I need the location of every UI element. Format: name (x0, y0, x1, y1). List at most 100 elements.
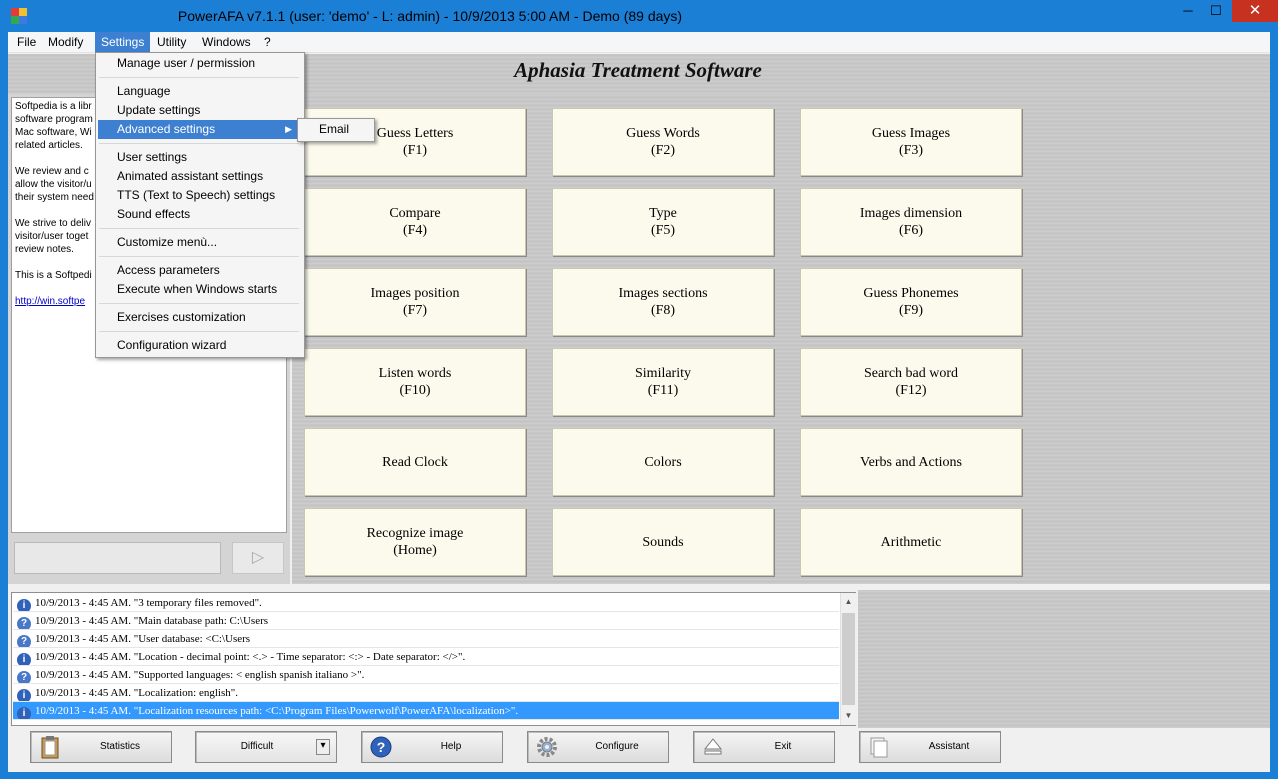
exercise-button[interactable]: Guess Images (F3) (800, 108, 1022, 176)
exercise-button[interactable]: Guess Words (F2) (552, 108, 774, 176)
menu-access-parameters[interactable]: Access parameters (98, 261, 300, 280)
exit-label: Exit (774, 741, 792, 752)
exercise-button[interactable]: Images position (F7) (304, 268, 526, 336)
log-text: 10/9/2013 - 4:45 AM. "Supported language… (35, 669, 365, 681)
question-icon: ? (17, 671, 31, 683)
exercise-name: Verbs and Actions (860, 454, 962, 470)
title-bar[interactable]: PowerAFA v7.1.1 (user: 'demo' - L: admin… (0, 0, 1278, 32)
difficulty-select[interactable]: Difficult ▾ (195, 731, 337, 763)
log-row[interactable]: i 10/9/2013 - 4:45 AM. "Localization: eng… (13, 684, 839, 702)
log-row[interactable]: i 10/9/2013 - 4:45 AM. "Location - decima… (13, 648, 839, 666)
eject-icon (703, 738, 723, 755)
exercise-button[interactable]: Images sections (F8) (552, 268, 774, 336)
exercise-shortcut: (F4) (402, 223, 428, 238)
exercise-shortcut: (F10) (399, 383, 431, 398)
exercise-button[interactable]: Colors (552, 428, 774, 496)
text-input[interactable] (14, 542, 221, 574)
exercise-button[interactable]: Guess Phonemes (F9) (800, 268, 1022, 336)
exercise-name: Guess Images (871, 126, 951, 141)
info-icon: i (17, 707, 31, 719)
menu-assistant-settings[interactable]: Animated assistant settings (98, 167, 300, 186)
menu-tts-settings[interactable]: TTS (Text to Speech) settings (98, 186, 300, 205)
exercise-button[interactable]: Type (F5) (552, 188, 774, 256)
exercise-shortcut: (F5) (650, 223, 676, 238)
exercise-name: Sounds (642, 534, 684, 550)
menu-exercises-customization[interactable]: Exercises customization (98, 308, 300, 327)
scroll-up-button[interactable]: ▲ (841, 594, 856, 610)
assistant-button[interactable]: Assistant (859, 731, 1001, 763)
configure-button[interactable]: Configure (527, 731, 669, 763)
exit-button[interactable]: Exit (693, 731, 835, 763)
menu-windows[interactable]: Windows (196, 32, 257, 52)
exercise-button[interactable]: Images dimension (F6) (800, 188, 1022, 256)
exercise-button[interactable]: Sounds (552, 508, 774, 576)
exercise-button[interactable]: Recognize image (Home) (304, 508, 526, 576)
log-list[interactable]: ▲ ▼ i 10/9/2013 - 4:45 AM. "3 temporary f… (11, 592, 856, 726)
exercise-grid: Guess Letters (F1) Guess Words (F2) Guess Im… (292, 94, 1270, 584)
scroll-thumb[interactable] (842, 613, 855, 705)
exercise-shortcut: (F9) (898, 303, 924, 318)
statistics-label: Statistics (99, 741, 140, 752)
exercise-button[interactable]: Read Clock (304, 428, 526, 496)
menu-configuration-wizard[interactable]: Configuration wizard (98, 336, 300, 355)
help-button[interactable]: ? Help (361, 731, 503, 763)
menu-email[interactable]: Email (299, 120, 371, 139)
exercise-button[interactable]: Arithmetic (800, 508, 1022, 576)
play-button[interactable]: ▷ (232, 542, 284, 574)
window-title: PowerAFA v7.1.1 (user: 'demo' - L: admin… (177, 8, 683, 24)
menu-utility[interactable]: Utility (151, 32, 192, 52)
log-row[interactable]: i 10/9/2013 - 4:45 AM. "Localization reso… (13, 702, 839, 720)
minimize-button[interactable]: ─ (1174, 0, 1202, 22)
log-scrollbar[interactable]: ▲ ▼ (840, 593, 856, 725)
menu-separator (99, 256, 299, 257)
log-row[interactable]: ? 10/9/2013 - 4:45 AM. "User database: <C… (13, 630, 839, 648)
close-button[interactable]: ✕ (1232, 0, 1278, 22)
exercise-shortcut: (F12) (895, 383, 927, 398)
menu-sound-effects[interactable]: Sound effects (98, 205, 300, 224)
exercise-button[interactable]: Listen words (F10) (304, 348, 526, 416)
menu-update-settings[interactable]: Update settings (98, 101, 300, 120)
menu-separator (99, 331, 299, 332)
clipboard-icon (41, 736, 59, 759)
log-row[interactable]: ? 10/9/2013 - 4:45 AM. "Supported languag… (13, 666, 839, 684)
menu-execute-on-start[interactable]: Execute when Windows starts (98, 280, 300, 299)
exercise-name: Guess Letters (376, 126, 454, 141)
exercise-shortcut: (F6) (898, 223, 924, 238)
exercise-name: Recognize image (366, 526, 464, 541)
exercise-button[interactable]: Compare (F4) (304, 188, 526, 256)
exercise-name: Images dimension (859, 206, 963, 221)
log-side-panel (858, 590, 1270, 728)
exercise-button[interactable]: Similarity (F11) (552, 348, 774, 416)
menu-file[interactable]: File (11, 32, 42, 52)
exercise-name: Similarity (635, 366, 691, 381)
scroll-down-button[interactable]: ▼ (841, 708, 856, 724)
menu-bar: File Modify Settings Utility Windows ? (8, 32, 1270, 53)
exercise-name: Arithmetic (880, 534, 942, 550)
exercise-button[interactable]: Search bad word (F12) (800, 348, 1022, 416)
menu-user-settings[interactable]: User settings (98, 148, 300, 167)
exercise-name: Compare (389, 206, 441, 221)
log-row[interactable]: i 10/9/2013 - 4:45 AM. "3 temporary files… (13, 594, 839, 612)
dropdown-arrow-icon[interactable]: ▾ (316, 739, 330, 755)
menu-advanced-settings[interactable]: Advanced settings ▶ (98, 120, 300, 139)
menu-manage-user[interactable]: Manage user / permission (98, 54, 300, 73)
exercise-name: Colors (644, 454, 682, 470)
exercise-shortcut: (F2) (650, 143, 676, 158)
log-text: 10/9/2013 - 4:45 AM. "User database: <C:… (35, 633, 251, 645)
page-title: Aphasia Treatment Software (514, 58, 762, 82)
exercise-button[interactable]: Verbs and Actions (800, 428, 1022, 496)
exercise-shortcut: (F3) (898, 143, 924, 158)
statistics-button[interactable]: Statistics (30, 731, 172, 763)
log-row[interactable]: ? 10/9/2013 - 4:45 AM. "Main database pat… (13, 612, 839, 630)
menu-help[interactable]: ? (258, 32, 277, 52)
exercise-shortcut: (F8) (650, 303, 676, 318)
menu-language[interactable]: Language (98, 82, 300, 101)
menu-customize-menu[interactable]: Customize menù... (98, 233, 300, 252)
maximize-button[interactable]: ☐ (1202, 0, 1230, 22)
bottom-toolbar: Statistics Difficult ▾ ? Help Configure … (8, 728, 1270, 772)
menu-modify[interactable]: Modify (42, 32, 89, 52)
menu-settings[interactable]: Settings (95, 32, 151, 52)
log-text: 10/9/2013 - 4:45 AM. "Localization resou… (35, 705, 519, 717)
difficulty-value: Difficult (240, 741, 274, 752)
gear-icon (537, 737, 557, 757)
